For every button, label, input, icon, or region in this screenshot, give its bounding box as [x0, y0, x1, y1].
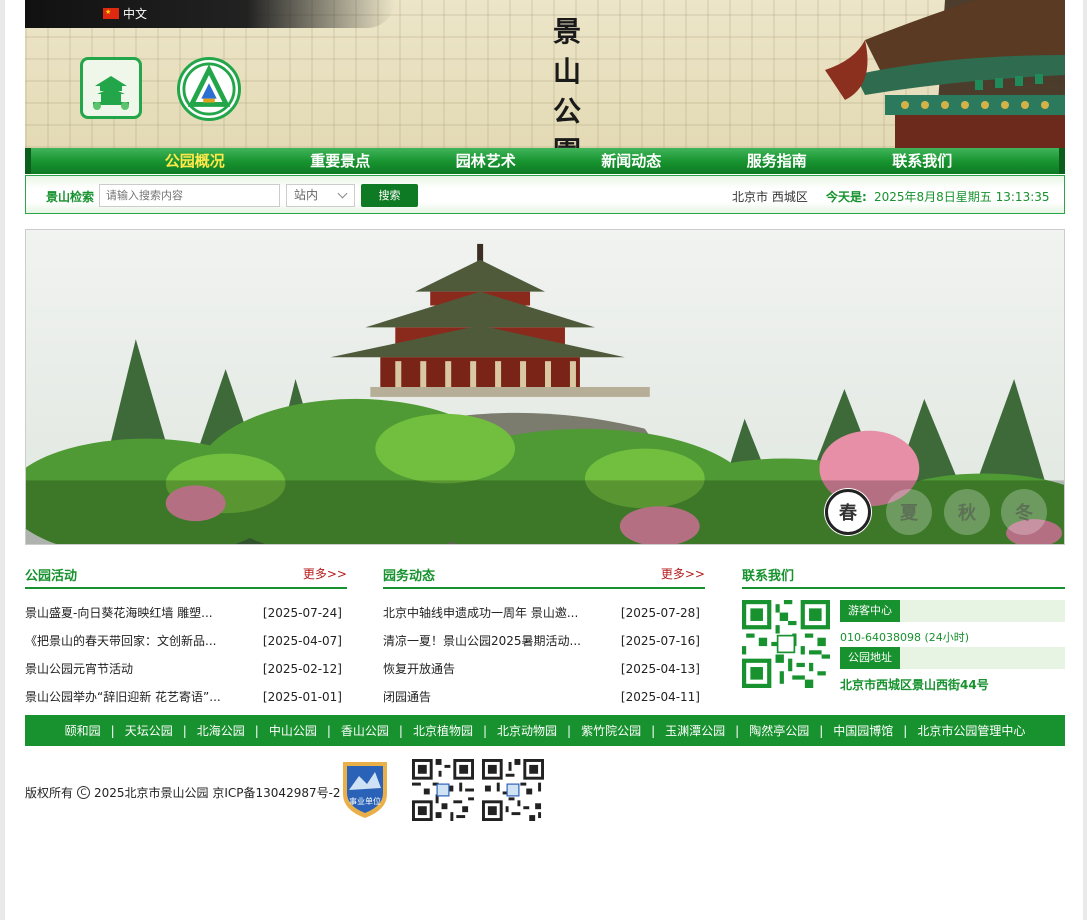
activities-more-link[interactable]: 更多>>	[303, 565, 347, 582]
language-label: 中文	[123, 7, 148, 21]
list-item: 闭园通告 [2025-04-11]	[383, 679, 705, 707]
nav-item-park-overview[interactable]: 公园概况	[122, 148, 268, 174]
main-nav: 公园概况 重要景点 园林艺术 新闻动态 服务指南 联系我们	[25, 148, 1065, 174]
visitor-center-label: 游客中心	[840, 600, 900, 622]
nav-item-attractions[interactable]: 重要景点	[268, 148, 414, 174]
contact-header: 联系我们	[742, 562, 1065, 589]
park-address-label: 公园地址	[840, 647, 900, 669]
list-item: 恢复开放通告 [2025-04-13]	[383, 651, 705, 679]
nav-item-service-guide[interactable]: 服务指南	[704, 148, 850, 174]
footer-link-fragrant-hills[interactable]: 香山公园	[331, 722, 399, 739]
public-institution-badge-icon[interactable]: 事业单位	[339, 758, 391, 820]
activities-title: 公园活动	[25, 569, 78, 584]
park-address: 北京市西城区景山西街44号	[840, 678, 989, 692]
calligraphy-char: 公	[552, 95, 581, 128]
affairs-header: 园务动态 更多>>	[383, 562, 705, 589]
pavilion-roof-image	[825, 0, 1065, 148]
contact-title: 联系我们	[742, 569, 795, 584]
activities-header: 公园活动 更多>>	[25, 562, 347, 589]
season-summer-button[interactable]: 夏	[886, 489, 932, 535]
search-bar: 景山检索 站内 搜索 北京市 西城区 今天是: 2025年8月8日星期五 13:…	[25, 175, 1065, 214]
footer-link-beihai-park[interactable]: 北海公园	[187, 722, 255, 739]
qr-code-icon	[482, 759, 544, 821]
footer-link-park-management[interactable]: 北京市公园管理中心	[907, 722, 1035, 739]
qr-code-icon	[742, 600, 830, 688]
footer-link-zizhuyuan[interactable]: 紫竹院公园	[571, 722, 651, 739]
visitor-center-row: 游客中心	[840, 600, 1065, 622]
chevron-down-icon	[337, 188, 348, 199]
copyright-line: 版权所有 C 2025北京市景山公园 京ICP备13042987号-2	[25, 784, 341, 801]
list-item: 景山公园元宵节活动 [2025-02-12]	[25, 651, 347, 679]
footer-link-temple-of-heaven[interactable]: 天坛公园	[115, 722, 183, 739]
footer-link-yuyuantan[interactable]: 玉渊潭公园	[655, 722, 735, 739]
search-scope-value: 站内	[294, 188, 319, 202]
list-item: 《把景山的春天带回家：文创新品... [2025-04-07]	[25, 623, 347, 651]
activities-section: 公园活动 更多>> 景山盛夏-向日葵花海映红墙 雕塑... [2025-07-2…	[25, 562, 347, 707]
header-banner: 中文 景 山 公	[25, 0, 1065, 148]
jingshan-calligraphy: 景 山 公 園	[547, 10, 587, 148]
badge-label: 事业单位	[349, 796, 381, 806]
copyright-text: 2025北京市景山公园 京ICP备13042987号-2	[94, 786, 341, 800]
today-datetime: 2025年8月8日星期五 13:13:35	[874, 190, 1050, 204]
contact-section: 联系我们 游客中心 010-64038098 (24小时) 公园地址 北京市西城…	[742, 562, 1065, 702]
friend-links-bar: 颐和园 | 天坛公园 | 北海公园 | 中山公园 | 香山公园 | 北京植物园 | 北京动物…	[25, 715, 1065, 746]
footer-link-zhongshan-park[interactable]: 中山公园	[259, 722, 327, 739]
page-frame-right	[1083, 0, 1087, 920]
affairs-title: 园务动态	[383, 569, 436, 584]
calligraphy-char: 園	[553, 130, 581, 148]
list-item: 景山盛夏-向日葵花海映红墙 雕塑... [2025-07-24]	[25, 595, 347, 623]
today-label: 今天是:	[826, 190, 867, 204]
footer-link-summer-palace[interactable]: 颐和园	[55, 722, 111, 739]
jingshan-park-logo-icon[interactable]	[80, 57, 142, 119]
footer-link-taoranting[interactable]: 陶然亭公园	[739, 722, 819, 739]
search-label: 景山检索	[46, 190, 95, 204]
footer-link-zoo[interactable]: 北京动物园	[487, 722, 567, 739]
news-title-link[interactable]: 景山公园举办“辞旧迎新 花艺寄语”...	[25, 683, 221, 711]
copyright-label: 版权所有	[25, 786, 74, 800]
calligraphy-char: 山	[552, 55, 581, 88]
qr-code-icon	[412, 759, 474, 821]
news-date: [2025-04-11]	[620, 690, 700, 704]
affairs-section: 园务动态 更多>> 北京中轴线申遗成功一周年 景山邀... [2025-07-2…	[383, 562, 705, 707]
location-text: 北京市 西城区	[732, 190, 808, 204]
hero-slideshow[interactable]: 春 夏 秋 冬	[25, 229, 1065, 545]
list-item: 北京中轴线申遗成功一周年 景山邀... [2025-07-28]	[383, 595, 705, 623]
list-item: 清凉一夏！景山公园2025暑期活动... [2025-07-16]	[383, 623, 705, 651]
season-winter-button[interactable]: 冬	[1001, 489, 1047, 535]
list-item: 景山公园举办“辞旧迎新 花艺寄语”... [2025-01-01]	[25, 679, 347, 707]
calligraphy-char: 景	[552, 15, 581, 48]
copyright-icon: C	[77, 786, 91, 799]
nav-item-news[interactable]: 新闻动态	[559, 148, 705, 174]
park-address-row: 公园地址	[840, 647, 1065, 669]
footer-link-botanical-garden[interactable]: 北京植物园	[403, 722, 483, 739]
season-autumn-button[interactable]: 秋	[944, 489, 990, 535]
ink-stroke-decoration	[25, 0, 395, 28]
news-date: [2025-01-01]	[262, 690, 342, 704]
page-frame-left	[0, 0, 5, 920]
season-spring-button[interactable]: 春	[825, 489, 871, 535]
language-switch[interactable]: 中文	[103, 5, 147, 22]
search-button[interactable]: 搜索	[361, 184, 418, 207]
search-scope-select[interactable]: 站内	[286, 184, 355, 207]
affairs-more-link[interactable]: 更多>>	[661, 565, 705, 582]
search-input[interactable]	[99, 184, 280, 207]
visitor-center-phone: 010-64038098 (24小时)	[840, 631, 970, 644]
park-emblem-logo-icon[interactable]	[177, 57, 241, 121]
china-flag-icon	[103, 8, 119, 19]
nav-item-contact[interactable]: 联系我们	[850, 148, 996, 174]
nav-item-garden-art[interactable]: 园林艺术	[413, 148, 559, 174]
footer-link-garden-museum[interactable]: 中国园博馆	[823, 722, 903, 739]
news-title-link[interactable]: 闭园通告	[383, 683, 431, 711]
